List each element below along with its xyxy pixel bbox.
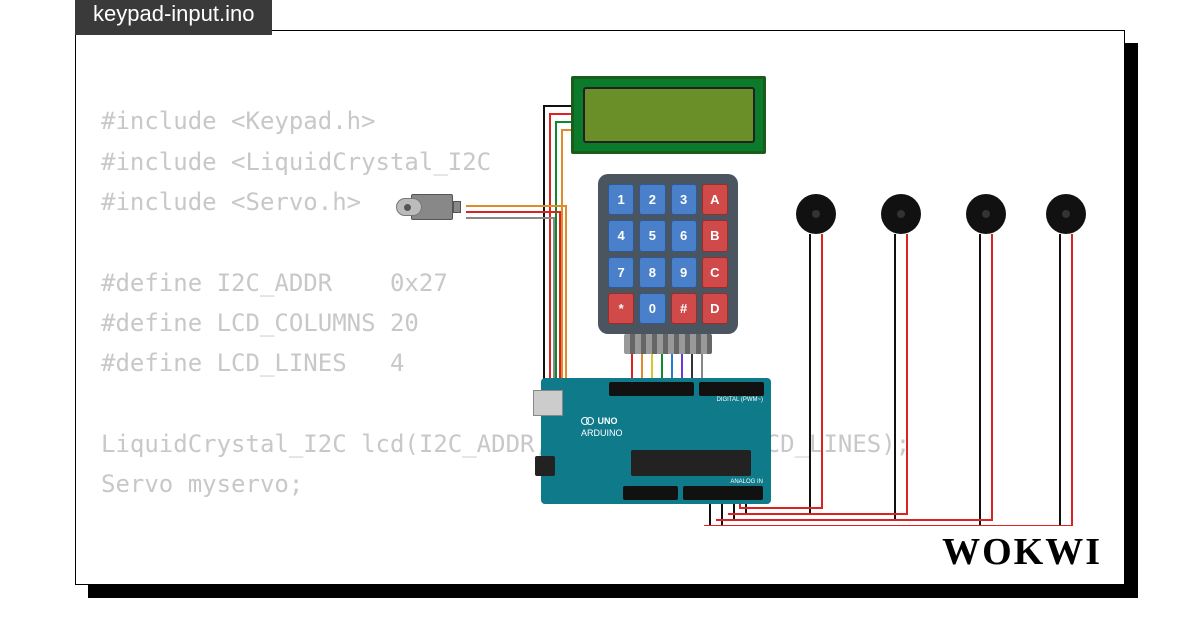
keypad-key-B[interactable]: B (702, 220, 728, 251)
circuit-canvas[interactable]: 123A 456B 789C *0#D DIGITAL (PWM~) ANALOG I… (326, 66, 1086, 526)
keypad-key-*[interactable]: * (608, 293, 634, 324)
lcd-display[interactable] (571, 76, 766, 154)
digital-header (699, 382, 764, 396)
digital-label: DIGITAL (PWM~) (717, 397, 764, 403)
infinity-icon (581, 417, 595, 424)
digital-header (609, 382, 694, 396)
arduino-branding: UNO ARDUINO (581, 416, 623, 439)
file-tab-label: keypad-input.ino (93, 1, 254, 26)
keypad-key-8[interactable]: 8 (639, 257, 665, 288)
keypad-key-6[interactable]: 6 (671, 220, 697, 251)
keypad-key-9[interactable]: 9 (671, 257, 697, 288)
usb-port-icon (533, 390, 563, 416)
servo-motor[interactable] (396, 186, 466, 228)
mcu-chip-icon (631, 450, 751, 476)
keypad-key-7[interactable]: 7 (608, 257, 634, 288)
keypad-key-3[interactable]: 3 (671, 184, 697, 215)
keypad-key-1[interactable]: 1 (608, 184, 634, 215)
analog-label: ANALOG IN (730, 479, 763, 485)
power-jack-icon (535, 456, 555, 476)
power-header (623, 486, 678, 500)
piezo-buzzer[interactable] (796, 194, 836, 234)
arduino-uno-board[interactable]: DIGITAL (PWM~) ANALOG IN UNO ARDUINO (541, 378, 771, 504)
piezo-buzzer[interactable] (1046, 194, 1086, 234)
keypad-key-A[interactable]: A (702, 184, 728, 215)
keypad-key-4[interactable]: 4 (608, 220, 634, 251)
piezo-buzzer[interactable] (881, 194, 921, 234)
analog-header (683, 486, 763, 500)
keypad-key-C[interactable]: C (702, 257, 728, 288)
keypad-key-0[interactable]: 0 (639, 293, 665, 324)
file-tab[interactable]: keypad-input.ino (75, 0, 272, 35)
keypad-key-#[interactable]: # (671, 293, 697, 324)
keypad-key-D[interactable]: D (702, 293, 728, 324)
keypad-connector (624, 334, 712, 354)
wokwi-logo: WOKWI (942, 530, 1102, 574)
piezo-buzzer[interactable] (966, 194, 1006, 234)
membrane-keypad[interactable]: 123A 456B 789C *0#D (598, 174, 738, 334)
keypad-key-2[interactable]: 2 (639, 184, 665, 215)
project-card: keypad-input.ino #include <Keypad.h> #in… (75, 30, 1125, 585)
lcd-screen (583, 87, 755, 143)
keypad-key-5[interactable]: 5 (639, 220, 665, 251)
